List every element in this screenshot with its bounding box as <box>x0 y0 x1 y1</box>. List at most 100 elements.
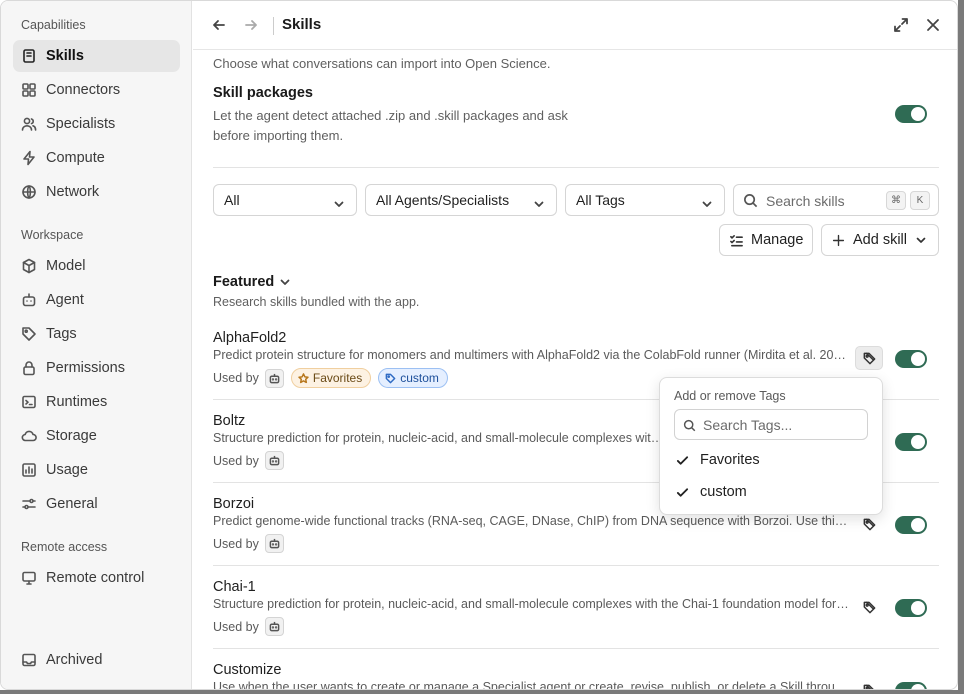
status-filter-value: All <box>224 192 240 208</box>
tag-icon <box>385 373 396 383</box>
bolt-icon <box>21 150 37 166</box>
sidebar-item-network[interactable]: Network <box>13 176 180 208</box>
globe-icon <box>21 184 37 200</box>
edit-tags-button[interactable] <box>855 512 883 536</box>
tags-search-input[interactable]: Search Tags... <box>674 409 868 440</box>
sidebar-section-title: Workspace <box>21 228 84 242</box>
divider <box>213 565 939 566</box>
skill-used-by: Used by <box>213 534 284 553</box>
terminal-icon <box>21 394 37 410</box>
skill-packages-toggle[interactable] <box>895 105 927 123</box>
tag-icon <box>21 326 37 342</box>
tag-label: custom <box>400 371 439 385</box>
edit-tags-button[interactable] <box>855 595 883 619</box>
tags-filter-select[interactable]: All Tags <box>565 184 725 216</box>
used-by-label: Used by <box>213 536 259 551</box>
back-button[interactable] <box>209 15 229 35</box>
skill-toggle[interactable] <box>895 350 927 368</box>
close-icon <box>927 19 939 31</box>
sidebar-item-label: Agent <box>46 292 84 308</box>
sidebar-item-label: Usage <box>46 462 88 478</box>
skills-search-input[interactable]: Search skills ⌘ K <box>733 184 939 216</box>
featured-title: Featured <box>213 274 275 290</box>
status-filter-select[interactable]: All <box>213 184 357 216</box>
monitor-icon <box>21 570 37 586</box>
skill-description: Predict protein structure for monomers a… <box>213 348 849 362</box>
sidebar-item-permissions[interactable]: Permissions <box>13 352 180 384</box>
used-by-label: Used by <box>213 371 259 385</box>
bot-icon <box>21 292 37 308</box>
skill-name: Boltz <box>213 413 246 429</box>
agents-filter-select[interactable]: All Agents/Specialists <box>365 184 557 216</box>
shortcut-key-k: K <box>910 191 930 210</box>
edit-tags-button[interactable] <box>855 346 883 370</box>
archive-icon <box>21 652 37 668</box>
sidebar-item-label: Tags <box>46 326 77 342</box>
used-by-label: Used by <box>213 619 259 634</box>
search-icon <box>683 419 696 432</box>
arrow-right-icon <box>245 20 257 30</box>
sidebar-item-connectors[interactable]: Connectors <box>13 74 180 106</box>
forward-button[interactable] <box>241 15 261 35</box>
chevron-down-icon <box>334 196 344 207</box>
chevron-down-icon <box>534 196 544 207</box>
search-icon <box>743 193 758 213</box>
tag-option-favorites[interactable]: Favorites <box>670 446 874 474</box>
tag-chip-custom[interactable]: custom <box>378 368 448 388</box>
tag-chip-favorites[interactable]: Favorites <box>290 368 372 388</box>
tag-option-custom[interactable]: custom <box>670 478 874 506</box>
sidebar-item-label: Runtimes <box>46 394 108 410</box>
edit-tags-button[interactable] <box>855 678 883 689</box>
skill-toggle[interactable] <box>895 682 927 689</box>
header: Skills <box>193 1 957 50</box>
expand-icon <box>894 18 908 32</box>
tags-popover: Add or remove Tags Search Tags... Favori… <box>659 377 883 515</box>
skill-used-by: Used by <box>213 617 284 636</box>
background-edge <box>0 690 964 694</box>
skill-toggle[interactable] <box>895 516 927 534</box>
add-skill-button[interactable]: Add skill <box>821 224 939 256</box>
sidebar-item-label: Network <box>46 184 100 200</box>
skill-packages-desc-line1: Let the agent detect attached .zip and .… <box>213 108 568 123</box>
sidebar-item-tags[interactable]: Tags <box>13 318 180 350</box>
tags-filter-value: All Tags <box>576 192 625 208</box>
sidebar-item-agent[interactable]: Agent <box>13 284 180 316</box>
sidebar-item-usage[interactable]: Usage <box>13 454 180 486</box>
divider <box>213 648 939 649</box>
featured-section-toggle[interactable]: Featured <box>213 274 290 290</box>
sidebar-item-label: Model <box>46 258 86 274</box>
sidebar-item-model[interactable]: Model <box>13 250 180 282</box>
header-divider <box>273 17 274 35</box>
sidebar-item-archived[interactable]: Archived <box>13 644 180 676</box>
add-skill-label: Add skill <box>853 232 907 248</box>
sidebar-item-storage[interactable]: Storage <box>13 420 180 452</box>
sliders-icon <box>21 496 37 512</box>
import-description: Choose what conversations can import int… <box>213 56 551 71</box>
sidebar-item-label: Specialists <box>46 116 116 132</box>
tags-icon <box>863 684 874 689</box>
sidebar-item-compute[interactable]: Compute <box>13 142 180 174</box>
sidebar-item-remote-control[interactable]: Remote control <box>13 562 180 594</box>
sidebar-item-label: Remote control <box>46 570 145 586</box>
chevron-down-icon <box>916 237 926 243</box>
tags-icon <box>863 518 875 530</box>
sidebar-item-label: Skills <box>46 48 84 64</box>
sidebar-item-specialists[interactable]: Specialists <box>13 108 180 140</box>
skill-toggle[interactable] <box>895 433 927 451</box>
close-button[interactable] <box>923 15 943 35</box>
sidebar-item-general[interactable]: General <box>13 488 180 520</box>
skill-name: Customize <box>213 662 282 678</box>
skill-toggle[interactable] <box>895 599 927 617</box>
manage-button[interactable]: Manage <box>719 224 813 256</box>
sidebar-item-skills[interactable]: Skills <box>13 40 180 72</box>
skill-description: Predict genome-wide functional tracks (R… <box>213 514 849 528</box>
expand-button[interactable] <box>891 15 911 35</box>
sidebar-item-label: General <box>46 496 98 512</box>
sidebar-item-runtimes[interactable]: Runtimes <box>13 386 180 418</box>
settings-window: Capabilities Skills Connectors Specialis… <box>0 0 958 690</box>
sidebar-item-label: Permissions <box>46 360 125 376</box>
users-icon <box>21 116 37 132</box>
used-by-label: Used by <box>213 453 259 468</box>
background-edge <box>958 0 964 694</box>
checklist-icon <box>730 234 743 246</box>
